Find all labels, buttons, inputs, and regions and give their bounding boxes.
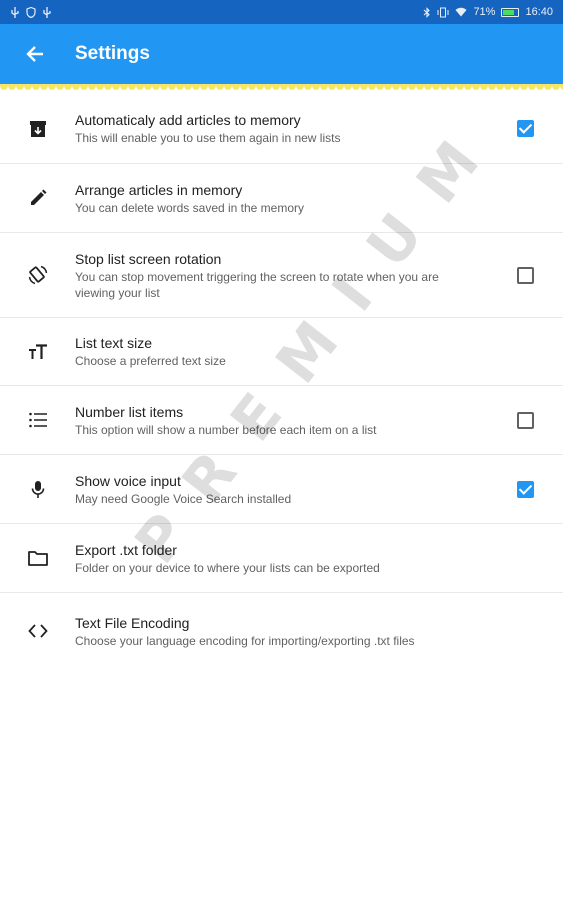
setting-subtitle: May need Google Voice Search installed xyxy=(75,491,292,506)
arrow-back-icon xyxy=(26,46,43,62)
decorative-scallop-border xyxy=(0,84,563,94)
setting-subtitle: Choose a preferred text size xyxy=(75,354,226,368)
stop-rotation-checkbox[interactable] xyxy=(516,266,534,284)
pencil-icon xyxy=(0,189,75,207)
setting-stop-rotation[interactable]: Stop list screen rotation You can stop m… xyxy=(0,233,563,318)
setting-subtitle: This will enable you to use them again i… xyxy=(75,131,341,145)
page-title: Settings xyxy=(75,43,150,64)
usb-icon xyxy=(43,6,51,18)
setting-text: Show voice input May need Google Voice S… xyxy=(75,472,487,507)
setting-export-folder[interactable]: Export .txt folder Folder on your device… xyxy=(0,524,563,593)
setting-number-list-items[interactable]: Number list items This option will show … xyxy=(0,386,563,455)
archive-icon xyxy=(0,120,75,138)
list-icon xyxy=(0,412,75,428)
folder-icon xyxy=(0,550,75,566)
checkbox-container xyxy=(487,266,563,284)
setting-title: Arrange articles in memory xyxy=(75,181,243,198)
setting-text: Export .txt folder Folder on your device… xyxy=(75,541,487,576)
setting-subtitle: Choose your language encoding for import… xyxy=(75,633,415,648)
settings-list: Automaticaly add articles to memory This… xyxy=(0,94,563,669)
status-time: 16:40 xyxy=(525,6,553,18)
setting-title: Export .txt folder xyxy=(75,541,177,558)
wifi-icon xyxy=(455,7,467,17)
setting-list-text-size[interactable]: List text size Choose a preferred text s… xyxy=(0,318,563,386)
usb-icon xyxy=(11,6,19,18)
setting-text: Automaticaly add articles to memory This… xyxy=(75,111,487,146)
setting-subtitle: You can delete words saved in the memory xyxy=(75,200,305,215)
battery-icon xyxy=(501,7,520,17)
setting-title: Number list items xyxy=(75,403,184,420)
checkbox-container xyxy=(487,120,563,137)
status-left-icons xyxy=(10,6,52,18)
shield-icon xyxy=(26,6,36,18)
setting-show-voice-input[interactable]: Show voice input May need Google Voice S… xyxy=(0,455,563,524)
setting-title: Automaticaly add articles to memory xyxy=(75,112,301,128)
back-button[interactable] xyxy=(0,24,70,84)
checkbox-container xyxy=(487,411,563,429)
setting-text: Stop list screen rotation You can stop m… xyxy=(75,250,487,301)
battery-percent: 71% xyxy=(473,6,496,18)
setting-subtitle: This option will show a number before ea… xyxy=(75,422,377,437)
app-bar: Settings xyxy=(0,24,563,84)
setting-title: List text size xyxy=(75,335,153,351)
setting-title: Show voice input xyxy=(75,472,181,489)
bluetooth-icon xyxy=(423,6,431,18)
number-list-checkbox[interactable] xyxy=(516,411,534,429)
setting-arrange-articles[interactable]: Arrange articles in memory You can delet… xyxy=(0,164,563,233)
microphone-icon xyxy=(0,480,75,499)
voice-input-checkbox[interactable] xyxy=(516,480,534,498)
checkbox-container xyxy=(487,480,563,498)
screen-rotation-icon xyxy=(0,265,75,285)
code-icon xyxy=(0,624,75,638)
setting-text: List text size Choose a preferred text s… xyxy=(75,334,487,369)
setting-subtitle: Folder on your device to where your list… xyxy=(75,560,380,575)
text-size-icon xyxy=(0,343,75,360)
setting-text: Text File Encoding Choose your language … xyxy=(75,614,487,649)
setting-text-file-encoding[interactable]: Text File Encoding Choose your language … xyxy=(0,593,563,669)
setting-title: Text File Encoding xyxy=(75,614,190,631)
auto-add-checkbox[interactable] xyxy=(516,120,534,137)
vibrate-icon xyxy=(437,7,449,18)
status-right-icons: 71% 16:40 xyxy=(423,6,553,18)
setting-text: Arrange articles in memory You can delet… xyxy=(75,181,487,216)
setting-text: Number list items This option will show … xyxy=(75,403,487,438)
setting-title: Stop list screen rotation xyxy=(75,250,222,267)
setting-subtitle: You can stop movement triggering the scr… xyxy=(75,269,439,300)
setting-auto-add-articles[interactable]: Automaticaly add articles to memory This… xyxy=(0,94,563,164)
status-bar: 71% 16:40 xyxy=(0,0,563,24)
